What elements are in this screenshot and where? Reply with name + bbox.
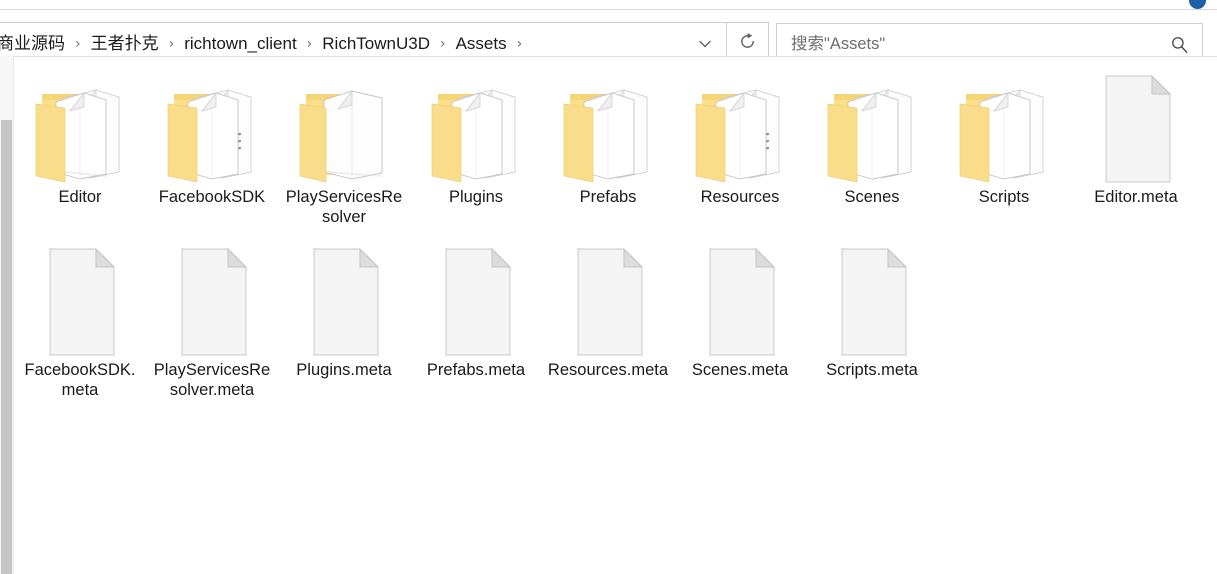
breadcrumb-separator-icon: › [516, 36, 523, 52]
search-input[interactable]: 搜索"Assets" [791, 34, 1168, 54]
folder-papers-icon [428, 66, 524, 184]
list-item-label: Scenes [844, 188, 900, 206]
breadcrumb-item-1[interactable]: 王者扑克 [86, 31, 164, 57]
file-explorer-window: 商业源码 › 王者扑克 › richtown_client › RichTown… [0, 0, 1217, 574]
blank-document-icon [296, 239, 392, 357]
list-item[interactable]: Resources.meta [542, 227, 674, 400]
list-item-label: FacebookSDK [158, 188, 266, 206]
breadcrumb-item-3[interactable]: RichTownU3D [317, 31, 435, 57]
list-item-label: Prefabs [579, 188, 637, 206]
breadcrumb-separator-icon: › [439, 36, 446, 52]
list-item[interactable]: Scenes [806, 56, 938, 227]
search-icon[interactable] [1168, 33, 1190, 55]
folder-papers-icon [956, 66, 1052, 184]
blank-document-icon [824, 239, 920, 357]
list-item[interactable]: Editor [14, 56, 146, 227]
breadcrumb-separator-icon: › [168, 36, 175, 52]
folder-papers-icon [560, 66, 656, 184]
scrollbar-thumb[interactable] [1, 120, 12, 574]
top-divider [0, 9, 1217, 10]
list-item-label: Scripts [978, 188, 1030, 206]
icon-grid: Editor FacebookSDK PlayServicesResolver … [14, 56, 1217, 400]
folder-papers-icon [824, 66, 920, 184]
list-item-label: PlayServicesResolver.meta [153, 361, 271, 399]
list-item-label: PlayServicesResolver [285, 188, 403, 226]
folder-code-icon [164, 66, 260, 184]
folder-code-icon [692, 66, 788, 184]
breadcrumb-item-4[interactable]: Assets [451, 31, 512, 57]
list-item[interactable]: Plugins.meta [278, 227, 410, 400]
blank-document-icon [164, 239, 260, 357]
list-item[interactable]: Scenes.meta [674, 227, 806, 400]
breadcrumb: 商业源码 › 王者扑克 › richtown_client › RichTown… [0, 31, 684, 57]
list-item[interactable]: Prefabs [542, 56, 674, 227]
list-item[interactable]: Plugins [410, 56, 542, 227]
list-item[interactable]: PlayServicesResolver [278, 56, 410, 227]
list-item-label: Plugins.meta [296, 361, 392, 379]
list-item[interactable]: Scripts.meta [806, 227, 938, 400]
list-item[interactable]: Prefabs.meta [410, 227, 542, 400]
folder-single-paper-icon [296, 66, 392, 184]
file-list-pane: Editor FacebookSDK PlayServicesResolver … [0, 56, 1217, 574]
list-item-label: Plugins [448, 188, 504, 206]
list-item-label: Resources [700, 188, 780, 206]
list-item-label: Scripts.meta [826, 361, 918, 379]
list-item[interactable]: FacebookSDK.meta [14, 227, 146, 400]
vertical-scrollbar[interactable] [0, 56, 13, 574]
refresh-icon [738, 32, 757, 56]
blank-document-icon [32, 239, 128, 357]
breadcrumb-item-0[interactable]: 商业源码 [0, 31, 70, 57]
list-item-label: FacebookSDK.meta [24, 361, 136, 399]
list-item[interactable]: Editor.meta [1070, 56, 1202, 227]
blank-document-icon [560, 239, 656, 357]
breadcrumb-item-2[interactable]: richtown_client [179, 31, 301, 57]
list-item-label: Editor [58, 188, 102, 206]
breadcrumb-separator-icon: › [75, 36, 81, 52]
list-item[interactable]: Scripts [938, 56, 1070, 227]
list-item[interactable]: FacebookSDK [146, 56, 278, 227]
address-bar: 商业源码 › 王者扑克 › richtown_client › RichTown… [0, 11, 1217, 66]
folder-papers-icon [32, 66, 128, 184]
blank-document-icon [692, 239, 788, 357]
blank-document-icon [1088, 66, 1184, 184]
top-overlay-clip [0, 0, 1217, 9]
list-item-label: Prefabs.meta [426, 361, 526, 379]
breadcrumb-separator-icon: › [306, 36, 313, 52]
blank-document-icon [428, 239, 524, 357]
list-item-label: Scenes.meta [691, 361, 789, 379]
list-item[interactable]: Resources [674, 56, 806, 227]
list-item-label: Editor.meta [1094, 188, 1178, 206]
list-item[interactable]: PlayServicesResolver.meta [146, 227, 278, 400]
list-item-label: Resources.meta [547, 361, 669, 379]
blue-status-dot [1189, 0, 1206, 9]
